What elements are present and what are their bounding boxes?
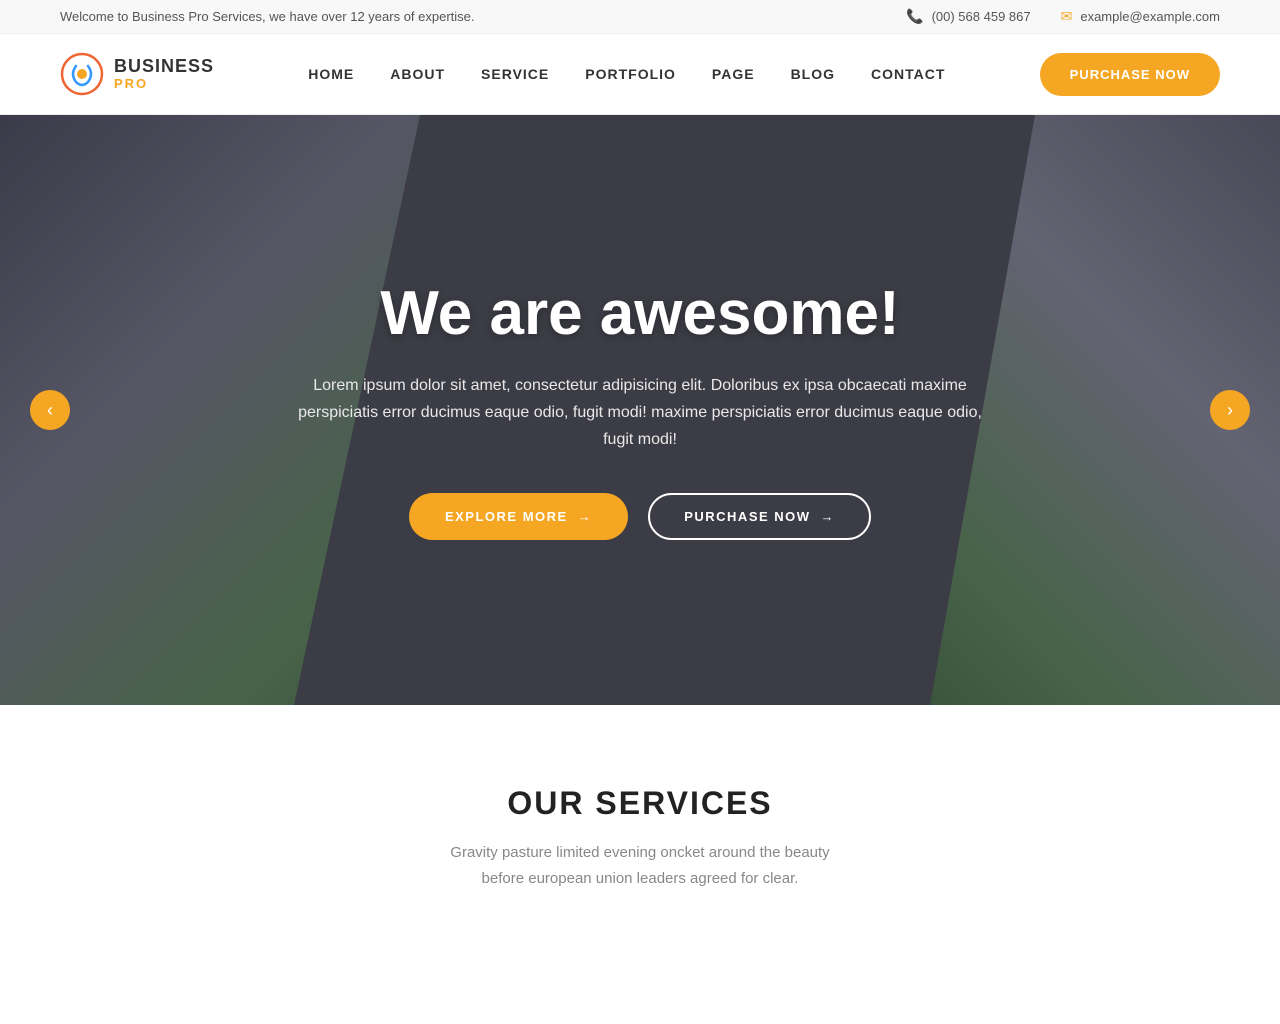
chevron-left-icon: ‹ <box>47 400 53 421</box>
chevron-right-icon: › <box>1227 400 1233 421</box>
main-nav: HOME ABOUT SERVICE PORTFOLIO PAGE BLOG C… <box>308 66 945 82</box>
services-subtitle: Gravity pasture limited evening oncket a… <box>440 840 840 891</box>
phone-item: 📞 (00) 568 459 867 <box>906 8 1030 25</box>
logo-icon <box>60 52 104 96</box>
logo-business: BUSINESS <box>114 57 214 77</box>
header: BUSINESS PRO HOME ABOUT SERVICE PORTFOLI… <box>0 34 1280 115</box>
logo: BUSINESS PRO <box>60 52 214 96</box>
logo-pro: PRO <box>114 77 214 91</box>
email-item: ✉ example@example.com <box>1061 8 1220 25</box>
hero-next-button[interactable]: › <box>1210 390 1250 430</box>
arrow-right-icon-outline: → <box>821 509 836 524</box>
hero-section: ‹ We are awesome! Lorem ipsum dolor sit … <box>0 115 1280 705</box>
arrow-right-icon: → <box>578 509 593 524</box>
top-bar-contact: 📞 (00) 568 459 867 ✉ example@example.com <box>906 8 1220 25</box>
nav-portfolio[interactable]: PORTFOLIO <box>585 66 676 82</box>
hero-content: We are awesome! Lorem ipsum dolor sit am… <box>270 280 1010 541</box>
services-title: OUR SERVICES <box>60 785 1220 822</box>
hero-purchase-button[interactable]: PURCHASE NOW → <box>648 493 871 540</box>
email-address: example@example.com <box>1080 9 1220 24</box>
phone-icon: 📞 <box>906 8 923 25</box>
nav-home[interactable]: HOME <box>308 66 354 82</box>
phone-number: (00) 568 459 867 <box>932 9 1031 24</box>
nav-contact[interactable]: CONTACT <box>871 66 945 82</box>
hero-title: We are awesome! <box>290 280 990 348</box>
explore-more-button[interactable]: EXPLORE MORE → <box>409 493 628 540</box>
hero-prev-button[interactable]: ‹ <box>30 390 70 430</box>
top-bar: Welcome to Business Pro Services, we hav… <box>0 0 1280 34</box>
welcome-text: Welcome to Business Pro Services, we hav… <box>60 9 475 24</box>
hero-buttons: EXPLORE MORE → PURCHASE NOW → <box>290 493 990 540</box>
nav-service[interactable]: SERVICE <box>481 66 549 82</box>
services-section: OUR SERVICES Gravity pasture limited eve… <box>0 705 1280 951</box>
header-purchase-button[interactable]: PURCHASE NOW <box>1040 53 1220 96</box>
logo-text: BUSINESS PRO <box>114 57 214 91</box>
nav-page[interactable]: PAGE <box>712 66 755 82</box>
hero-subtitle: Lorem ipsum dolor sit amet, consectetur … <box>290 372 990 454</box>
email-icon: ✉ <box>1061 8 1073 25</box>
nav-blog[interactable]: BLOG <box>791 66 835 82</box>
nav-about[interactable]: ABOUT <box>390 66 445 82</box>
